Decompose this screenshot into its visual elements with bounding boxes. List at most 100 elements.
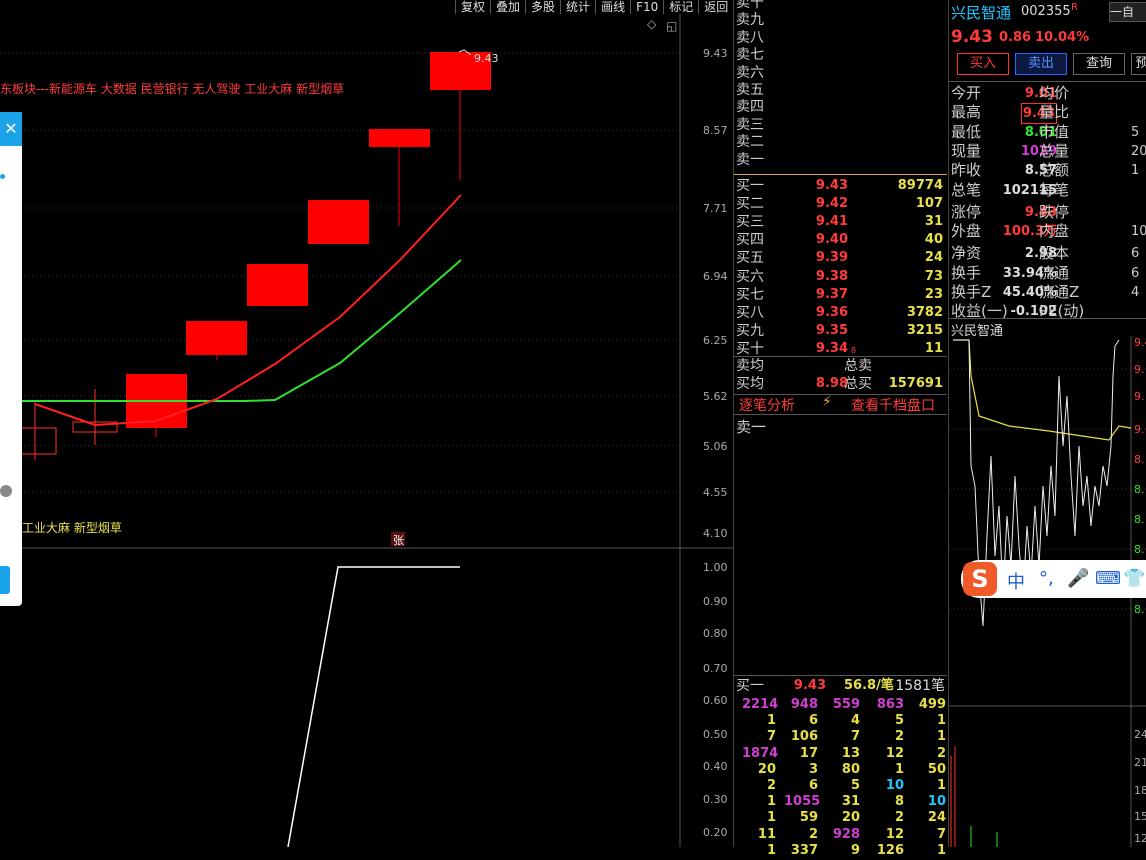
- volume-tick: 21: [1134, 756, 1146, 769]
- buy-button[interactable]: 买入: [957, 53, 1009, 75]
- buy-level-volume: 23: [924, 286, 943, 302]
- queue-row: 20 3 80 1 50: [734, 762, 947, 779]
- queue-cell: 1: [894, 761, 904, 777]
- queue-cell: 1: [766, 810, 776, 826]
- tick-analysis-link[interactable]: 逐笔分析: [739, 395, 795, 415]
- corner-button[interactable]: 一自: [1109, 2, 1146, 22]
- buy-level-price: 9.43: [815, 178, 848, 193]
- buy-level-row[interactable]: 买七 9.37 23: [734, 286, 947, 304]
- queue-cell: 7: [850, 729, 860, 745]
- buy-level-row[interactable]: 买九 9.35 3215: [734, 322, 947, 340]
- quote-label-2: 总量: [1039, 141, 1070, 160]
- buy-level-row[interactable]: 买三 9.41 31: [734, 213, 947, 231]
- quote-label: 最低: [951, 122, 982, 141]
- quote-label-2: 跌停: [1039, 202, 1070, 221]
- buy-level-volume: 3215: [906, 322, 943, 338]
- queue-row: 7 106 7 2 1: [734, 729, 947, 746]
- buy-level-label: 买九: [736, 322, 764, 339]
- buy-level-row[interactable]: 买二 9.42 107: [734, 195, 947, 213]
- quote-row: 外盘 100.3万 内盘 10: [951, 222, 1146, 241]
- queue-cell: 1: [936, 713, 946, 729]
- buy-level-price: 9.39: [815, 250, 848, 266]
- quote-value-2: 4: [1131, 285, 1140, 300]
- buy-level-row[interactable]: 买五 9.39 24: [734, 249, 947, 267]
- buy-level-row[interactable]: 买一 9.43 89774: [734, 177, 947, 195]
- last-price: 9.43: [951, 27, 993, 47]
- sell-level-label: 卖八: [736, 29, 764, 46]
- quote-row: 最低 8.01 市值 5: [951, 123, 1146, 142]
- total-sell-label: 总卖: [844, 358, 872, 374]
- extra-button[interactable]: 预: [1131, 53, 1146, 75]
- queue-cell: 7: [936, 826, 946, 842]
- sogou-logo-icon[interactable]: S: [963, 562, 997, 596]
- intraday-tick: 9.: [1134, 390, 1145, 403]
- quote-label: 昨收: [951, 161, 982, 180]
- buy-level-row[interactable]: 买四 9.40 40: [734, 231, 947, 249]
- queue-cell: 6: [808, 778, 818, 793]
- queue-cell: 9: [850, 842, 860, 858]
- keyboard-icon[interactable]: ⌨: [1095, 568, 1121, 589]
- price-tick: 7.71: [703, 202, 728, 215]
- kline-chart[interactable]: ◇ ◱ 9.43 张 东板块---新能源车 大数据 民营银行 无人驾驶 工业大麻…: [0, 0, 733, 847]
- microphone-icon[interactable]: 🎤: [1067, 568, 1089, 589]
- indicator-axis: 1.00 0.90 0.80 0.70 0.60 0.50 0.40 0.30 0.20: [703, 561, 728, 839]
- quote-label-2: 均价: [1039, 84, 1070, 102]
- indicator-tick: 0.20: [703, 826, 728, 839]
- queue-row: 1874 17 13 12 2: [734, 746, 947, 763]
- quote-label: 涨停: [951, 202, 982, 221]
- qiandang-link[interactable]: 查看千档盘口: [851, 395, 935, 415]
- price-tick: 4.55: [703, 486, 728, 499]
- indicator-tick: 0.40: [703, 760, 728, 773]
- queue-cell: 13: [841, 745, 860, 761]
- queue-cell: 106: [790, 729, 818, 745]
- dot-icon: [0, 174, 5, 179]
- query-button[interactable]: 查询: [1073, 53, 1125, 75]
- queue-cell: 2: [894, 729, 904, 745]
- quote-label: 总笔: [951, 180, 982, 199]
- quote-panel: 兴民智通 002355 R 一自 9.43 0.86 10.04% 买入 卖出 …: [948, 0, 1146, 847]
- quote-row: 昨收 8.57 总额 1: [951, 161, 1146, 180]
- buy-level-price: 9.36: [815, 304, 848, 320]
- queue-cell: 1: [766, 842, 776, 858]
- buy-level-price: 9.42: [815, 196, 848, 212]
- buy-level-row[interactable]: 买六 9.38 73: [734, 268, 947, 286]
- quote-label-2: 每笔: [1039, 180, 1070, 199]
- candle: [247, 264, 308, 306]
- quote-value-2: 5: [1131, 124, 1140, 140]
- popup-action-button[interactable]: [0, 566, 10, 594]
- punctuation-icon[interactable]: °,: [1039, 568, 1054, 589]
- clock-icon: [0, 485, 12, 497]
- sell-button[interactable]: 卖出: [1015, 53, 1067, 75]
- queue-cell: 2: [894, 810, 904, 826]
- sell-level-row: 卖六: [734, 64, 947, 82]
- queue-cell: 126: [876, 842, 904, 858]
- intraday-tick: 9.: [1134, 423, 1145, 436]
- quote-label: 今开: [951, 84, 982, 102]
- queue-cell: 337: [790, 842, 818, 858]
- sell-level-row: 卖五: [734, 81, 947, 99]
- indicator-tick: 0.30: [703, 793, 728, 806]
- queue-cell: 928: [832, 826, 860, 842]
- queue-cell: 3: [808, 761, 818, 777]
- buy-level-label: 买一: [736, 178, 764, 194]
- volume-tick: 15: [1134, 810, 1146, 823]
- buy-level-volume: 73: [924, 268, 943, 284]
- sell-level-label: 卖一: [736, 151, 764, 168]
- queue-row: 1 337 9 126 1: [734, 843, 947, 860]
- ime-toolbar[interactable]: S 中 °, 🎤 ⌨ 👕: [961, 560, 1146, 598]
- chinese-mode-icon[interactable]: 中: [1007, 568, 1025, 594]
- intraday-tick: 9.: [1134, 363, 1145, 376]
- intraday-tick: 8.: [1134, 513, 1145, 526]
- buy-level-label: 买二: [736, 196, 764, 213]
- sell-level-row: 卖三: [734, 116, 947, 134]
- buy-avg-label: 买均: [736, 376, 764, 392]
- buy-level-price: 9.40: [815, 232, 848, 248]
- quote-label: 净资: [951, 244, 982, 263]
- buy-level-price: 9.41: [815, 214, 848, 230]
- candle: [186, 321, 247, 355]
- quote-label-2: 流通: [1039, 263, 1070, 282]
- buy-level-volume: 3782: [906, 304, 943, 320]
- skin-icon[interactable]: 👕: [1123, 568, 1145, 589]
- buy-level-row[interactable]: 买八 9.36 3782: [734, 304, 947, 322]
- close-icon[interactable]: ✕: [0, 112, 22, 146]
